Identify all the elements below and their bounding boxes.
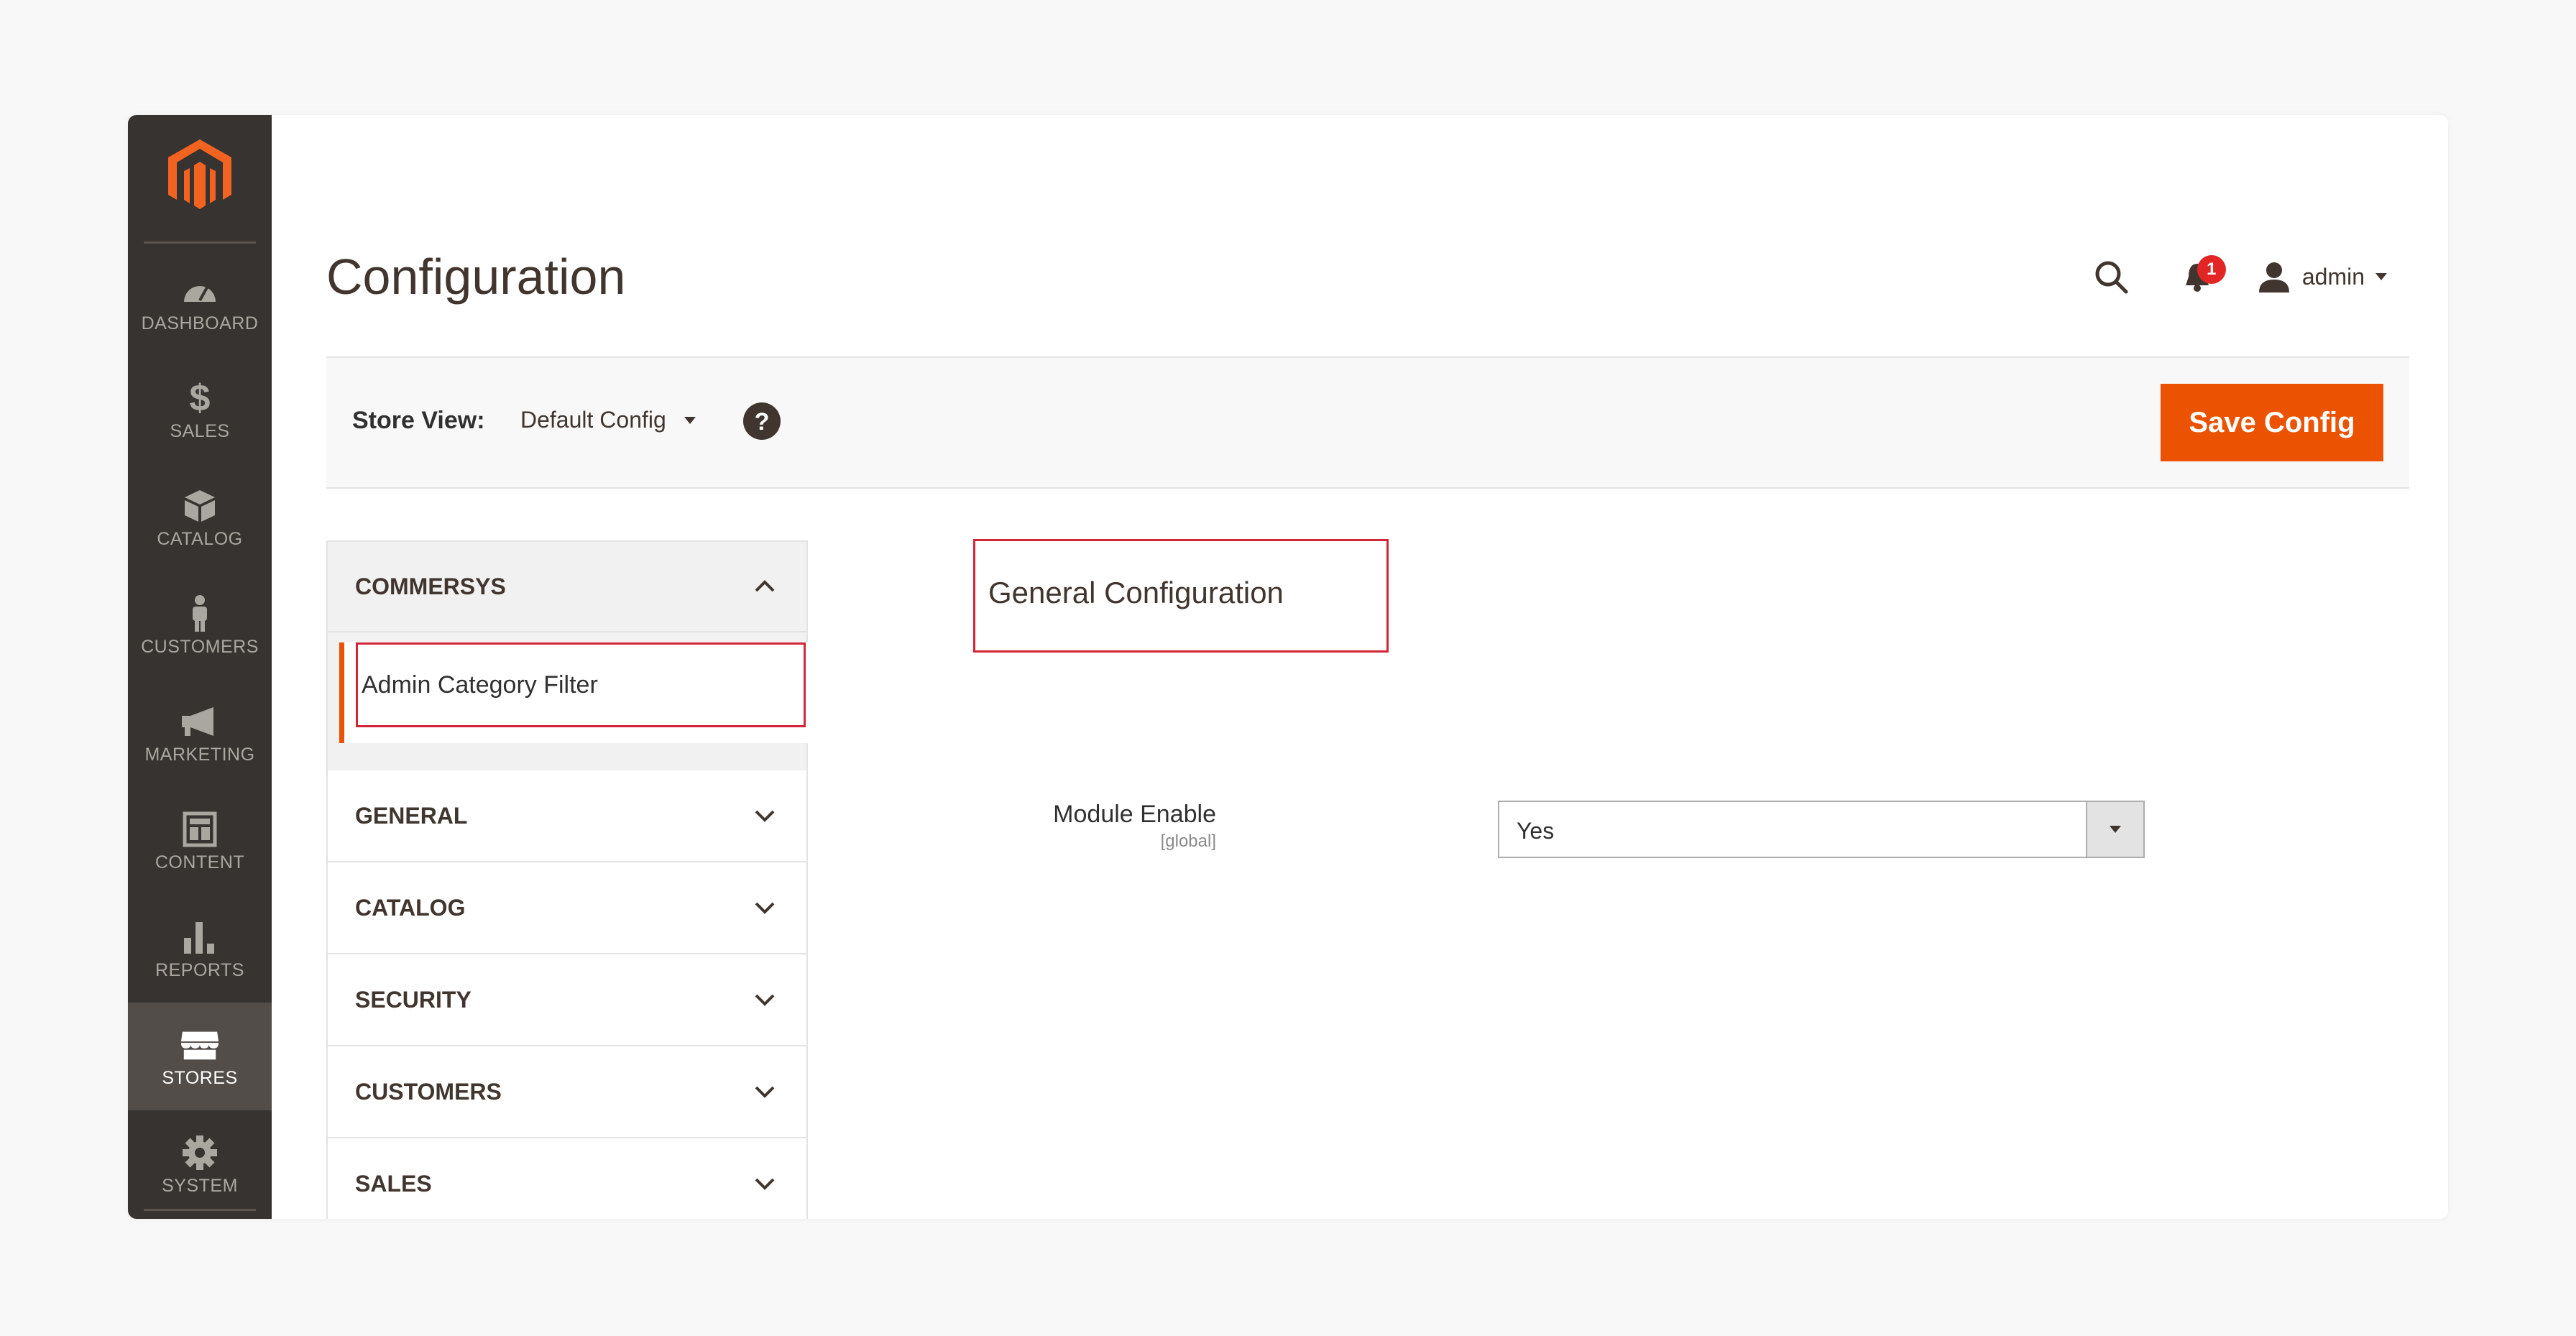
chevron-up-icon (755, 580, 775, 592)
bar-chart-icon (180, 917, 220, 957)
tab-group-customers[interactable]: CUSTOMERS (328, 1046, 806, 1138)
layout-icon (180, 809, 220, 849)
nav-label: MARKETING (144, 744, 255, 765)
tab-group-catalog[interactable]: CATALOG (328, 862, 806, 954)
tab-group-commersys-items: Admin Category Filter (328, 632, 809, 770)
admin-user-menu[interactable]: admin (2258, 261, 2388, 292)
person-icon (180, 594, 220, 634)
header-actions: 1 admin (2089, 252, 2388, 302)
nav-dashboard[interactable]: DASHBOARD (128, 248, 272, 356)
store-view-label: Store View: (352, 407, 485, 434)
admin-window: DASHBOARD $ SALES CATALOG CUSTOMERS MARK… (128, 115, 2448, 1219)
chevron-down-icon (755, 994, 775, 1006)
nav-stores[interactable]: STORES (128, 1003, 272, 1110)
module-enable-label-group: Module Enable [global] (1053, 801, 1216, 852)
magento-logo[interactable] (128, 137, 272, 216)
tab-group-label: GENERAL (355, 802, 468, 829)
nav-label: CONTENT (155, 852, 245, 872)
search-button[interactable] (2089, 255, 2133, 298)
dollar-icon: $ (189, 377, 211, 419)
section-title: General Configuration (988, 576, 1284, 609)
tab-item-admin-category-filter[interactable]: Admin Category Filter (339, 642, 809, 743)
tab-group-commersys[interactable]: COMMERSYS (328, 540, 806, 632)
nav-label: DASHBOARD (141, 313, 259, 333)
nav-label: SALES (170, 420, 230, 441)
nav-bottom-divider (144, 1209, 256, 1211)
save-config-button[interactable]: Save Config (2161, 384, 2383, 461)
field-scope-label: [global] (1160, 831, 1216, 851)
nav-reports[interactable]: REPORTS (128, 895, 272, 1003)
chevron-down-icon (755, 810, 775, 822)
dashboard-icon (180, 270, 220, 310)
tab-group-label: CATALOG (355, 894, 466, 921)
nav-label: STORES (162, 1067, 238, 1088)
nav-label: REPORTS (155, 959, 244, 980)
admin-sidebar: DASHBOARD $ SALES CATALOG CUSTOMERS MARK… (128, 115, 272, 1219)
box-icon (180, 486, 220, 526)
tab-item-label: Admin Category Filter (362, 671, 598, 699)
tab-group-label: COMMERSYS (355, 573, 506, 599)
page-title: Configuration (326, 249, 626, 305)
config-tabs: COMMERSYS Admin Category Filter GENERAL … (326, 540, 809, 1219)
nav-sales[interactable]: $ SALES (128, 356, 272, 464)
nav-content[interactable]: CONTENT (128, 787, 272, 895)
caret-down-icon (2375, 273, 2387, 280)
chevron-down-icon (755, 902, 775, 914)
section-header[interactable]: General Configuration (973, 539, 1389, 653)
user-icon (2258, 262, 2289, 292)
tab-group-security[interactable]: SECURITY (328, 954, 806, 1046)
store-icon (180, 1025, 220, 1065)
tab-group-label: SECURITY (355, 986, 472, 1013)
notification-count-badge: 1 (2196, 255, 2226, 284)
megaphone-icon (180, 701, 220, 742)
nav-catalog[interactable]: CATALOG (128, 464, 272, 571)
admin-user-name: admin (2301, 263, 2365, 290)
tab-group-sales[interactable]: SALES (328, 1138, 806, 1219)
nav-label: SYSTEM (162, 1175, 238, 1196)
store-view-bar: Store View: Default Config ? Save Config (326, 356, 2409, 489)
nav-customers[interactable]: CUSTOMERS (128, 571, 272, 679)
tab-group-label: CUSTOMERS (355, 1078, 502, 1105)
notifications-button[interactable]: 1 (2176, 255, 2226, 298)
gear-icon (180, 1133, 220, 1173)
chevron-down-icon (755, 1178, 775, 1190)
select-toggle[interactable] (2086, 802, 2143, 857)
search-icon (2095, 261, 2128, 294)
nav-label: CUSTOMERS (141, 636, 259, 657)
nav-label: CATALOG (157, 528, 243, 549)
nav-marketing[interactable]: MARKETING (128, 679, 272, 787)
store-view-value: Default Config (520, 407, 666, 433)
logo-divider (144, 241, 256, 244)
tab-group-general[interactable]: GENERAL (328, 770, 806, 862)
caret-down-icon (2110, 826, 2121, 833)
tab-group-label: SALES (355, 1170, 432, 1197)
select-value: Yes (1517, 818, 1555, 844)
help-icon[interactable]: ? (742, 401, 782, 441)
store-view-switcher[interactable]: Default Config (520, 407, 696, 433)
module-enable-select[interactable]: Yes (1498, 801, 2145, 858)
chevron-down-icon (755, 1086, 775, 1098)
svg-text:?: ? (755, 408, 770, 436)
caret-down-icon (684, 416, 696, 424)
nav-system[interactable]: SYSTEM (128, 1110, 272, 1218)
module-enable-label: Module Enable (1053, 801, 1216, 828)
